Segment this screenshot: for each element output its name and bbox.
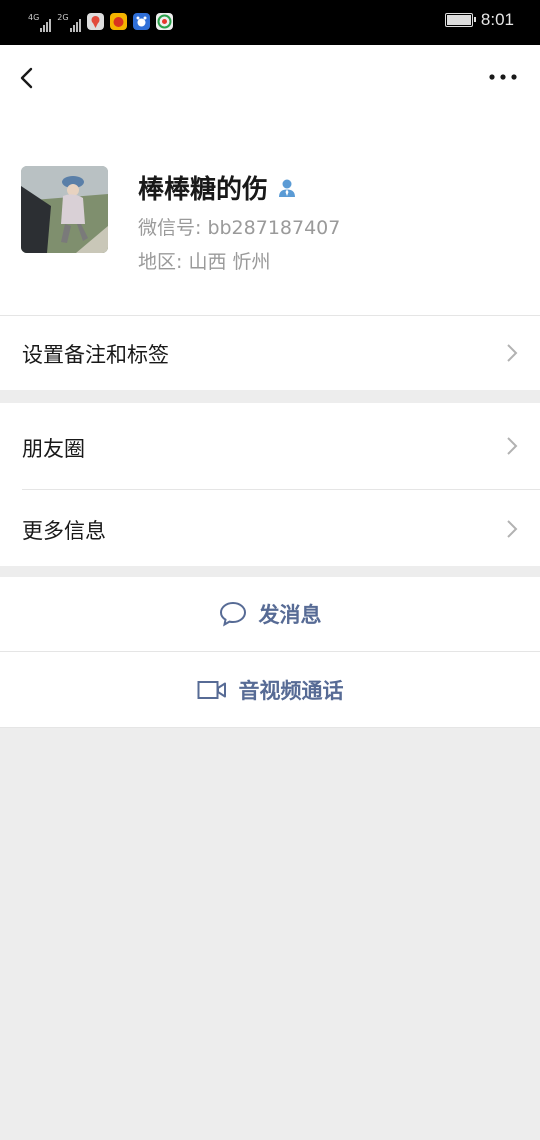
- info-group: 朋友圈 更多信息: [0, 403, 540, 566]
- battery-icon: [444, 13, 476, 27]
- profile-header: 棒棒糖的伤 微信号: bb287187407 地区: 山西 忻州: [0, 45, 540, 315]
- moments-label: 朋友圈: [22, 437, 85, 461]
- signal-2g: 2G: [57, 10, 81, 32]
- wechat-id: 微信号: bb287187407: [138, 217, 341, 239]
- avatar-image: [21, 166, 108, 253]
- divider: [0, 727, 540, 728]
- send-message-label: 发消息: [258, 603, 322, 627]
- video-camera-icon: [197, 680, 226, 699]
- back-button[interactable]: [14, 63, 42, 93]
- signal-bars-icon: [40, 19, 52, 32]
- send-message-button[interactable]: 发消息: [0, 577, 540, 651]
- chevron-right-icon: [507, 344, 518, 362]
- more-info-row[interactable]: 更多信息: [0, 490, 540, 566]
- chat-bubble-icon: [219, 601, 246, 627]
- video-call-label: 音视频通话: [238, 678, 344, 703]
- remark-tags-row[interactable]: 设置备注和标签: [0, 316, 540, 390]
- remark-tags-label: 设置备注和标签: [22, 343, 169, 367]
- chevron-left-icon: [20, 67, 33, 89]
- moments-row[interactable]: 朋友圈: [0, 403, 540, 489]
- name-row: 棒棒糖的伤: [138, 169, 298, 206]
- status-bar: 4G 2G 8:01: [0, 0, 540, 45]
- more-info-label: 更多信息: [22, 519, 106, 543]
- avatar[interactable]: [21, 166, 108, 253]
- more-dots-icon: [489, 74, 517, 80]
- status-right: 8:01: [444, 10, 514, 30]
- signal-4g: 4G: [28, 10, 52, 32]
- status-time: 8:01: [480, 10, 514, 29]
- male-user-icon: [279, 179, 296, 197]
- more-button[interactable]: [488, 67, 518, 87]
- browser-app-icon: [155, 12, 173, 30]
- profile-name: 棒棒糖的伤: [138, 175, 269, 205]
- status-left: 4G 2G: [28, 10, 173, 32]
- region: 地区: 山西 忻州: [138, 251, 271, 273]
- maps-app-icon: [86, 12, 104, 30]
- video-call-button[interactable]: 音视频通话: [0, 652, 540, 727]
- chevron-right-icon: [507, 437, 518, 455]
- signal-bars-icon: [69, 19, 81, 32]
- network-type-label: 2G: [57, 13, 69, 22]
- chevron-right-icon: [507, 520, 518, 538]
- network-type-label: 4G: [28, 13, 40, 22]
- baidu-app-icon: [132, 12, 150, 30]
- game-app-icon: [109, 12, 127, 30]
